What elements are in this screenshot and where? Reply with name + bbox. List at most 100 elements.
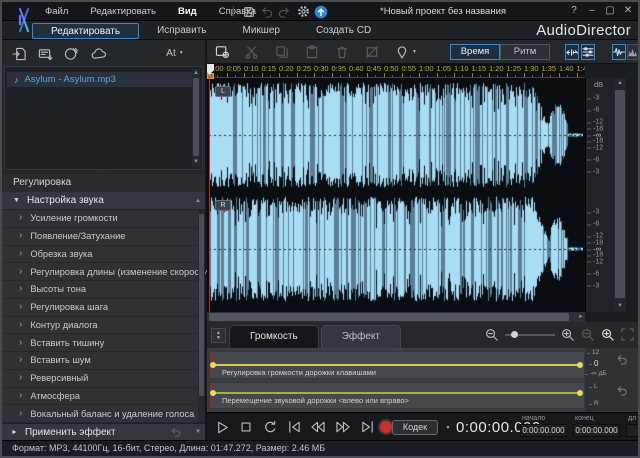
settings-gear-icon[interactable] xyxy=(296,4,311,19)
scroll-down-icon[interactable]: ▼ xyxy=(192,159,200,166)
adjust-group-sound-settings[interactable]: ▼ Настройка звука ▲ xyxy=(2,192,205,210)
pan-envelope-line[interactable] xyxy=(212,392,581,394)
loop-button[interactable] xyxy=(261,418,279,436)
mode-tab[interactable]: Редактировать xyxy=(32,23,139,39)
cloud-icon[interactable] xyxy=(90,45,108,62)
sort-button[interactable]: At ▼ xyxy=(160,45,190,61)
menu-item[interactable]: Вид xyxy=(167,2,208,21)
waveform-channel-left[interactable] xyxy=(209,81,583,189)
mode-tab[interactable]: Микшер xyxy=(225,23,298,39)
codec-button[interactable]: Кодек xyxy=(392,420,438,435)
fit-view-icon[interactable] xyxy=(621,328,634,341)
adjust-item[interactable]: › Высоты тона xyxy=(2,281,198,299)
scroll-up-icon[interactable]: ▲ xyxy=(192,70,200,77)
marker-icon[interactable] xyxy=(393,44,411,60)
channel-options-icon[interactable] xyxy=(581,44,595,60)
lane-resize-handle[interactable]: ∙∙∙ xyxy=(392,346,404,353)
import-project-icon[interactable] xyxy=(36,45,54,62)
time-mode-button[interactable]: Время xyxy=(450,44,500,60)
maximize-button[interactable]: ▢ xyxy=(604,4,616,18)
zoom-in-horizontal-icon[interactable] xyxy=(561,328,575,341)
start-field[interactable]: 0:00:00.000 xyxy=(520,424,567,437)
zoom-out-vertical-icon[interactable] xyxy=(581,328,595,341)
close-button[interactable]: ✕ xyxy=(622,4,634,18)
import-file-icon[interactable] xyxy=(10,45,28,62)
spectral-view-icon[interactable] xyxy=(627,44,638,60)
scrollbar-thumb[interactable] xyxy=(615,90,625,298)
envelope-point[interactable] xyxy=(210,390,216,396)
record-button[interactable] xyxy=(379,420,393,434)
scroll-up-icon[interactable]: ▲ xyxy=(195,198,201,204)
adjust-item[interactable]: › Контур диалога xyxy=(2,317,198,335)
waveform-channel-right[interactable] xyxy=(209,195,583,303)
delete-icon[interactable] xyxy=(333,44,351,60)
scrollbar-thumb[interactable] xyxy=(209,313,569,321)
menu-item[interactable]: Редактировать xyxy=(79,2,167,21)
media-file-row[interactable]: ♪ Asylum - Asylum.mp3 xyxy=(7,72,195,87)
apply-effect-group[interactable]: ► Применить эффект ▼ xyxy=(2,423,205,440)
reset-icon[interactable] xyxy=(170,427,181,437)
envelope-point[interactable] xyxy=(577,362,583,368)
lane-reset-icon[interactable] xyxy=(615,385,628,396)
volume-lane[interactable]: Регулировка громкости дорожки клавишами xyxy=(209,351,585,379)
pan-lane[interactable]: Перемещение звуковой дорожки <влево или … xyxy=(209,382,585,409)
zoom-slider-knob[interactable] xyxy=(511,331,518,338)
adjust-item[interactable]: › Усиление громкости xyxy=(2,210,198,228)
mode-tab[interactable]: Исправить xyxy=(139,23,224,39)
vertical-scrollbar[interactable]: ▲ ▼ xyxy=(614,78,626,312)
save-icon[interactable] xyxy=(241,4,256,19)
edit-settings-icon[interactable] xyxy=(213,44,231,60)
horizontal-scrollbar[interactable]: ► xyxy=(207,312,585,322)
cut-icon[interactable] xyxy=(243,44,261,60)
play-button[interactable] xyxy=(213,418,231,436)
scroll-right-icon[interactable]: ► xyxy=(578,314,584,320)
scrollbar-thumb[interactable] xyxy=(199,214,204,396)
adjust-scrollbar[interactable] xyxy=(198,212,205,421)
scroll-down-icon[interactable]: ▼ xyxy=(614,303,626,310)
marker-dropdown-icon[interactable]: ▼ xyxy=(412,50,417,55)
undo-icon[interactable] xyxy=(259,4,274,19)
adjust-item[interactable]: › Вокальный баланс и удаление голоса xyxy=(2,405,198,423)
redo-icon[interactable] xyxy=(277,4,292,19)
timeline-ruler[interactable]: 0:000:050:100:150:200:250:300:350:400:45… xyxy=(207,64,585,78)
time-mode-button[interactable]: Ритм xyxy=(500,44,550,60)
scroll-down-icon[interactable]: ▼ xyxy=(195,429,201,435)
menu-item[interactable]: Файл xyxy=(34,2,79,21)
adjust-item[interactable]: › Регулировка длины (изменение скорости) xyxy=(2,263,198,281)
collapse-panel-button[interactable]: ▲ ▼ xyxy=(211,328,226,343)
paste-icon[interactable] xyxy=(303,44,321,60)
help-button[interactable]: ? xyxy=(568,4,580,18)
codec-dropdown-icon[interactable]: ▼ xyxy=(442,422,454,434)
copy-icon[interactable] xyxy=(273,44,291,60)
upgrade-icon[interactable] xyxy=(313,4,328,19)
fit-horizontal-icon[interactable] xyxy=(565,44,579,60)
end-field[interactable]: 0:00:00.000 xyxy=(573,424,620,437)
zoom-in-vertical-icon[interactable] xyxy=(601,328,615,341)
scroll-up-icon[interactable]: ▲ xyxy=(614,80,626,87)
adjust-item[interactable]: › Вставить тишину xyxy=(2,334,198,352)
adjust-item[interactable]: › Реверсивный xyxy=(2,370,198,388)
zoom-slider[interactable] xyxy=(505,334,555,336)
adjust-item[interactable]: › Регулировка шага xyxy=(2,299,198,317)
mode-tab[interactable]: Создать CD xyxy=(298,23,389,39)
lower-tab[interactable]: Громкость xyxy=(229,325,319,348)
lane-reset-icon[interactable] xyxy=(615,354,628,365)
go-to-end-button[interactable] xyxy=(358,418,376,436)
lower-tab[interactable]: Эффект xyxy=(321,325,401,348)
envelope-point[interactable] xyxy=(577,390,583,396)
adjust-item[interactable]: › Появление/Затухание xyxy=(2,228,198,246)
waveform-view-icon[interactable] xyxy=(612,44,626,60)
envelope-point[interactable] xyxy=(210,362,216,368)
adjust-item[interactable]: › Атмосфера xyxy=(2,388,198,406)
go-to-start-button[interactable] xyxy=(285,418,303,436)
adjust-item[interactable]: › Обрезка звука xyxy=(2,246,198,264)
volume-envelope-line[interactable] xyxy=(212,364,581,366)
fast-forward-button[interactable] xyxy=(334,418,352,436)
download-media-icon[interactable] xyxy=(62,45,80,62)
rewind-button[interactable] xyxy=(309,418,327,436)
zoom-out-horizontal-icon[interactable] xyxy=(485,328,499,341)
adjust-item[interactable]: › Вставить шум xyxy=(2,352,198,370)
stop-button[interactable] xyxy=(237,418,255,436)
duration-field[interactable]: 0:00 xyxy=(626,424,638,437)
library-scrollbar[interactable]: ▲ ▼ xyxy=(192,69,200,167)
